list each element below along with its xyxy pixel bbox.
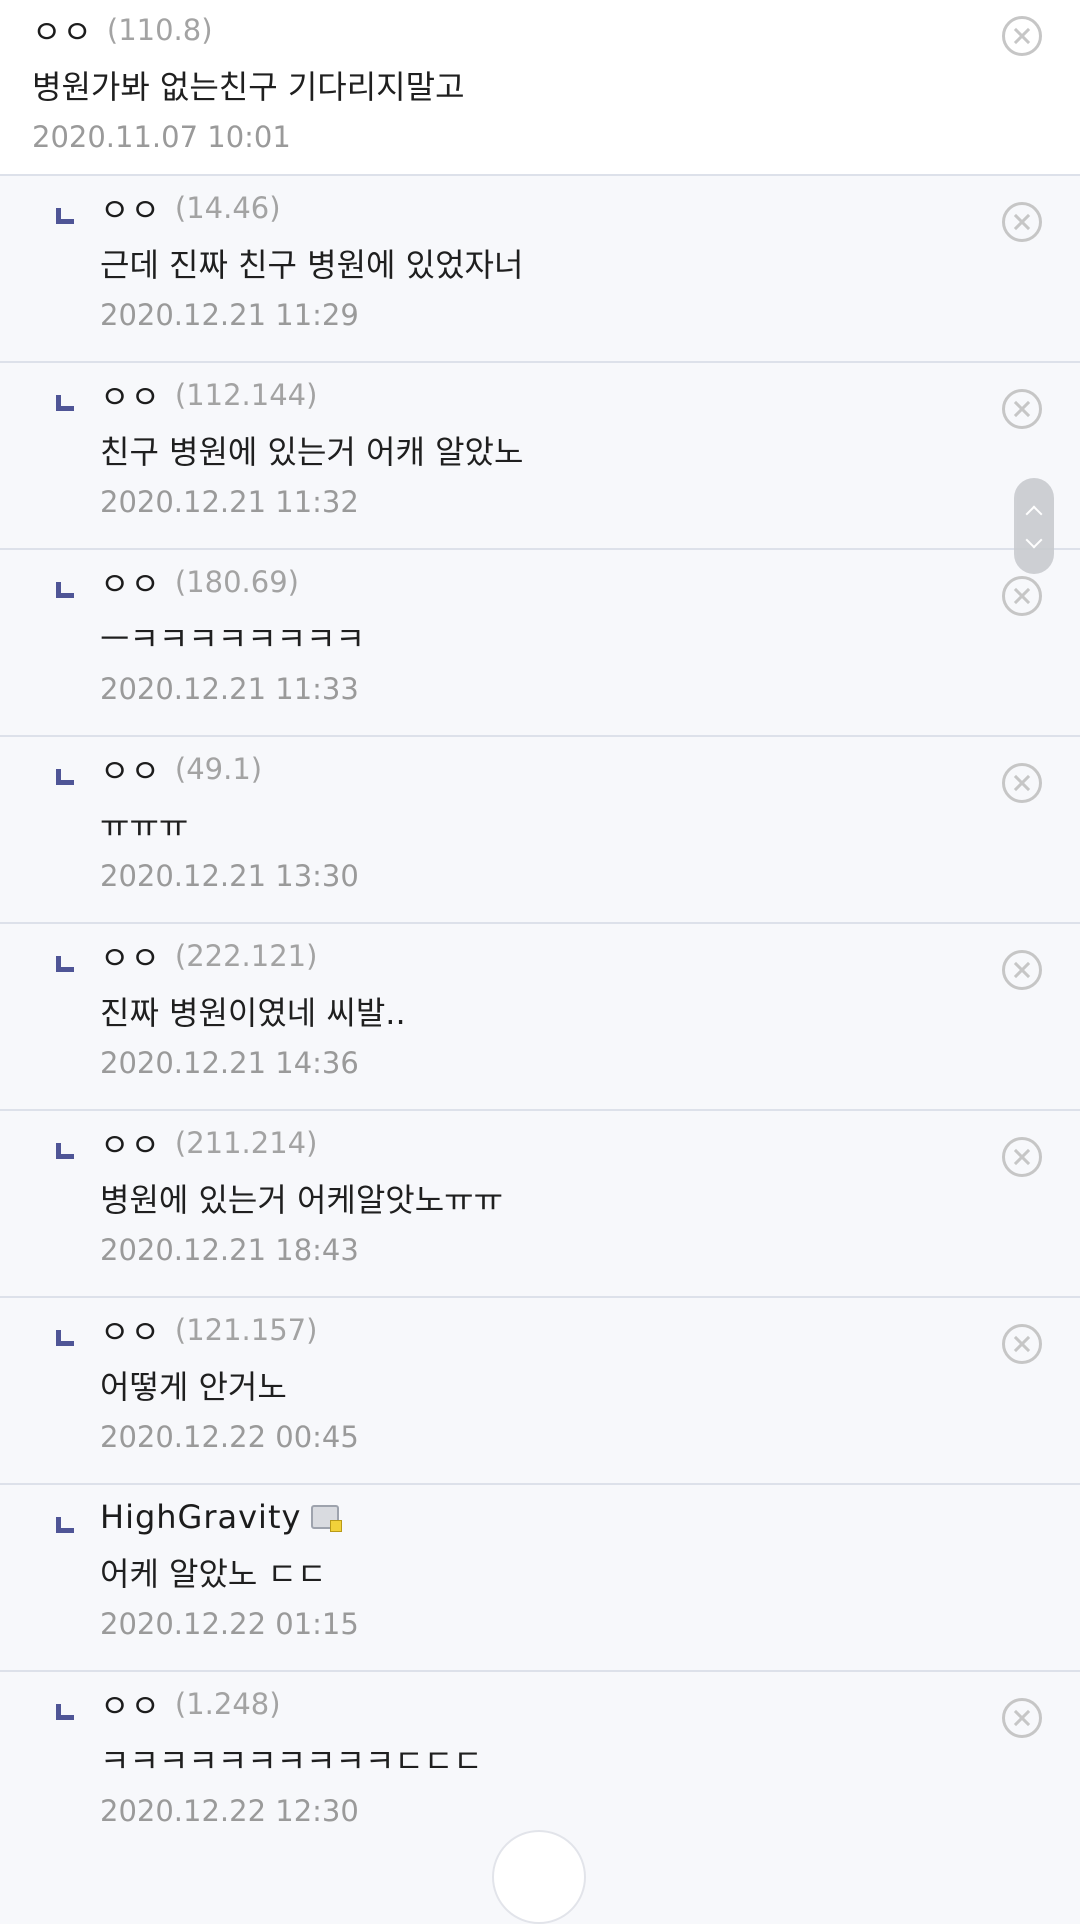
close-circle-icon[interactable] [1002,763,1042,803]
comment-text: 친구 병원에 있는거 어캐 알았노 [100,433,524,471]
comment-text: 근데 진짜 친구 병원에 있었자너 [100,246,524,284]
comment-nickname[interactable]: ㅇㅇ [100,746,161,792]
comment-text: ㅠㅠㅠ [100,807,189,845]
close-circle-icon[interactable] [1002,1137,1042,1177]
comment-ip: (211.214) [174,1126,318,1160]
comment-time: 2020.12.22 12:30 [100,1794,359,1828]
close-circle-icon[interactable] [1002,202,1042,242]
gallog-member-icon[interactable] [311,1505,343,1532]
comment-time: 2020.12.21 11:33 [100,672,359,706]
reply-item: ㅇㅇ (49.1) ㅠㅠㅠ 2020.12.21 13:30 [0,737,1080,924]
comment-nickname[interactable]: ㅇㅇ [100,559,161,605]
comment-text: 병원가봐 없는친구 기다리지말고 [32,68,465,106]
close-circle-icon[interactable] [1002,576,1042,616]
comment-ip: (112.144) [174,378,318,412]
comment-time: 2020.12.22 01:15 [100,1607,359,1641]
comment-ip: (14.46) [174,191,281,225]
comment-header: ㅇㅇ (14.46) [100,185,1080,231]
comment-header: ㅇㅇ (110.8) [32,7,1080,53]
reply-item: ㅇㅇ (180.69) ㅡㅋㅋㅋㅋㅋㅋㅋㅋ 2020.12.21 11:33 [0,550,1080,737]
comment-nickname[interactable]: HighGravity [100,1498,301,1536]
close-circle-icon[interactable] [1002,950,1042,990]
comment-nickname[interactable]: ㅇㅇ [100,1681,161,1727]
reply-item: ㅇㅇ (222.121) 진짜 병원이였네 씨발.. 2020.12.21 14… [0,924,1080,1111]
reply-arrow-icon [56,956,74,972]
chevron-down-icon[interactable] [1025,531,1043,549]
reply-arrow-icon [56,208,74,224]
comment-text: 어떻게 안거노 [100,1368,287,1406]
reply-arrow-icon [56,1517,74,1533]
comment-ip: (49.1) [174,752,263,786]
close-circle-icon[interactable] [1002,16,1042,56]
reply-item: ㅇㅇ (112.144) 친구 병원에 있는거 어캐 알았노 2020.12.2… [0,363,1080,550]
comment-time: 2020.12.21 18:43 [100,1233,359,1267]
comment-nickname[interactable]: ㅇㅇ [32,7,93,53]
reply-arrow-icon [56,582,74,598]
reply-arrow-icon [56,1330,74,1346]
comment-ip: (110.8) [106,13,213,47]
close-circle-icon[interactable] [1002,389,1042,429]
comment-time: 2020.12.22 00:45 [100,1420,359,1454]
comment-text: ㅡㅋㅋㅋㅋㅋㅋㅋㅋ [100,620,365,658]
comment-text: 어케 알았노 ㄷㄷ [100,1555,327,1593]
close-circle-icon[interactable] [1002,1324,1042,1364]
close-circle-icon[interactable] [1002,1698,1042,1738]
comment-text: 진짜 병원이였네 씨발.. [100,994,406,1032]
comment-header: ㅇㅇ (211.214) [100,1120,1080,1166]
comment-text: ㅋㅋㅋㅋㅋㅋㅋㅋㅋㅋㄷㄷㄷ [100,1742,483,1780]
reply-arrow-icon [56,769,74,785]
comment-ip: (180.69) [174,565,299,599]
chevron-up-icon[interactable] [1025,505,1043,523]
comment-nickname[interactable]: ㅇㅇ [100,1120,161,1166]
floating-button[interactable] [492,1830,586,1924]
comment-nickname[interactable]: ㅇㅇ [100,933,161,979]
scroll-navigator[interactable] [1014,478,1054,574]
comment-header: ㅇㅇ (49.1) [100,746,1080,792]
comment-header: ㅇㅇ (121.157) [100,1307,1080,1353]
comment-time: 2020.12.21 14:36 [100,1046,359,1080]
reply-item: ㅇㅇ (14.46) 근데 진짜 친구 병원에 있었자너 2020.12.21 … [0,176,1080,363]
reply-item: ㅇㅇ (121.157) 어떻게 안거노 2020.12.22 00:45 [0,1298,1080,1485]
comment-nickname[interactable]: ㅇㅇ [100,185,161,231]
comment-header: HighGravity [100,1497,1080,1537]
comment-ip: (1.248) [174,1687,281,1721]
comment-nickname[interactable]: ㅇㅇ [100,372,161,418]
comment-header: ㅇㅇ (1.248) [100,1681,1080,1727]
reply-arrow-icon [56,1704,74,1720]
comment-header: ㅇㅇ (222.121) [100,933,1080,979]
comment-header: ㅇㅇ (112.144) [100,372,1080,418]
comment-time: 2020.12.21 11:29 [100,298,359,332]
reply-item: ㅇㅇ (211.214) 병원에 있는거 어케알앗노ㅠㅠ 2020.12.21 … [0,1111,1080,1298]
comment-ip: (222.121) [174,939,318,973]
comment-text: 병원에 있는거 어케알앗노ㅠㅠ [100,1181,504,1219]
comment-nickname[interactable]: ㅇㅇ [100,1307,161,1353]
reply-arrow-icon [56,1143,74,1159]
comment-time: 2020.11.07 10:01 [32,120,291,154]
reply-item: HighGravity 어케 알았노 ㄷㄷ 2020.12.22 01:15 [0,1485,1080,1672]
comment-header: ㅇㅇ (180.69) [100,559,1080,605]
comment-item: ㅇㅇ (110.8) 병원가봐 없는친구 기다리지말고 2020.11.07 1… [0,0,1080,176]
reply-arrow-icon [56,395,74,411]
comment-time: 2020.12.21 11:32 [100,485,359,519]
comment-time: 2020.12.21 13:30 [100,859,359,893]
comment-ip: (121.157) [174,1313,318,1347]
comment-list: ㅇㅇ (110.8) 병원가봐 없는친구 기다리지말고 2020.11.07 1… [0,0,1080,1859]
